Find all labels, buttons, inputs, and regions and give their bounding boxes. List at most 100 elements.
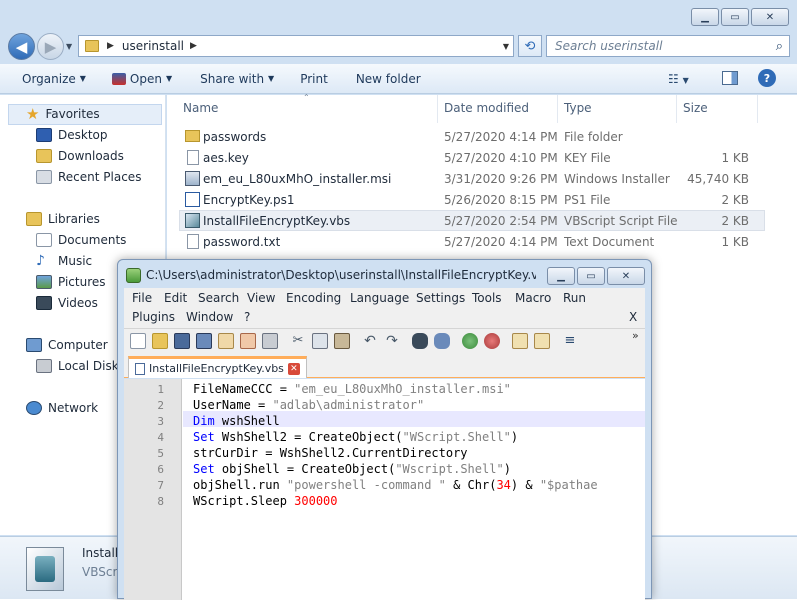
- menu-window[interactable]: Window: [186, 310, 233, 324]
- close-file-icon[interactable]: [218, 333, 234, 349]
- tab-installfileencryptkey[interactable]: InstallFileEncryptKey.vbs ✕: [128, 356, 307, 378]
- file-row[interactable]: EncryptKey.ps1 5/26/2020 8:15 PM PS1 Fil…: [179, 189, 765, 210]
- nav-downloads-label: Downloads: [58, 149, 124, 163]
- file-name: em_eu_L80uxMhO_installer.msi: [203, 171, 392, 186]
- column-separator[interactable]: [557, 95, 558, 123]
- organize-button[interactable]: Organize ▼: [22, 72, 86, 86]
- back-button[interactable]: ◀: [8, 33, 35, 60]
- close-all-icon[interactable]: [240, 333, 256, 349]
- nav-network[interactable]: Network: [26, 401, 98, 415]
- file-row[interactable]: em_eu_L80uxMhO_installer.msi 3/31/2020 9…: [179, 168, 765, 189]
- column-header-type[interactable]: Type: [564, 101, 592, 115]
- cut-icon[interactable]: ✂: [290, 333, 306, 349]
- line-number: 2: [157, 399, 164, 412]
- menu-tools[interactable]: Tools: [472, 291, 502, 305]
- open-file-icon[interactable]: [152, 333, 168, 349]
- nav-libraries[interactable]: Libraries: [26, 212, 100, 226]
- close-button[interactable]: ✕: [607, 267, 645, 285]
- menu-edit[interactable]: Edit: [164, 291, 187, 305]
- file-row[interactable]: aes.key 5/27/2020 4:10 PM KEY File 1 KB: [179, 147, 765, 168]
- menu-macro[interactable]: Macro: [515, 291, 551, 305]
- open-button[interactable]: Open ▼: [111, 72, 172, 86]
- maximize-button[interactable]: ▭: [577, 267, 605, 285]
- column-separator[interactable]: [757, 95, 758, 123]
- menu-help[interactable]: ?: [244, 310, 250, 324]
- code-line: objShell.run "powershell -command " & Ch…: [193, 478, 645, 492]
- share-with-button[interactable]: Share with ▼: [200, 72, 274, 86]
- copy-icon[interactable]: [312, 333, 328, 349]
- minimize-button[interactable]: ▁: [691, 8, 719, 26]
- new-folder-button[interactable]: New folder: [356, 72, 421, 86]
- menu-file[interactable]: File: [132, 291, 152, 305]
- file-row-selected[interactable]: InstallFileEncryptKey.vbs 5/27/2020 2:54…: [179, 210, 765, 231]
- column-header-date-modified[interactable]: Date modified: [444, 101, 529, 115]
- close-document-button[interactable]: X: [629, 310, 637, 324]
- undo-icon[interactable]: ↶: [362, 333, 378, 349]
- search-input[interactable]: Search userinstall ⌕: [546, 35, 790, 57]
- sync-vertical-icon[interactable]: [512, 333, 528, 349]
- refresh-button[interactable]: ⟲: [518, 35, 542, 57]
- replace-icon[interactable]: [434, 333, 450, 349]
- zoom-out-icon[interactable]: [484, 333, 500, 349]
- new-file-icon[interactable]: [130, 333, 146, 349]
- save-all-icon[interactable]: [196, 333, 212, 349]
- nav-favorites[interactable]: ★ Favorites: [26, 107, 100, 122]
- string-token: "powershell -command ": [286, 478, 446, 492]
- save-icon[interactable]: [174, 333, 190, 349]
- search-placeholder: Search userinstall: [555, 39, 663, 53]
- column-separator[interactable]: [676, 95, 677, 123]
- code-token: FileNameCCC =: [193, 382, 295, 396]
- nav-videos[interactable]: Videos: [36, 296, 98, 310]
- menu-view[interactable]: View: [247, 291, 275, 305]
- search-icon[interactable]: ⌕: [776, 39, 783, 54]
- help-icon[interactable]: ?: [758, 69, 776, 87]
- maximize-button[interactable]: ▭: [721, 8, 749, 26]
- address-dropdown-icon[interactable]: ▼: [503, 42, 509, 51]
- breadcrumb-userinstall[interactable]: userinstall: [122, 39, 184, 53]
- file-row[interactable]: passwords 5/27/2020 4:14 PM File folder: [179, 126, 765, 147]
- tab-close-icon[interactable]: ✕: [287, 362, 300, 375]
- minimize-button[interactable]: ▁: [547, 267, 575, 285]
- nav-music[interactable]: ♪ Music: [36, 254, 92, 268]
- paste-icon[interactable]: [334, 333, 350, 349]
- word-wrap-icon[interactable]: ≡: [562, 333, 578, 349]
- toolbar-overflow-icon[interactable]: »: [632, 329, 639, 342]
- preview-pane-icon[interactable]: [722, 71, 738, 85]
- menu-plugins[interactable]: Plugins: [132, 310, 175, 324]
- keyword-token: Set: [193, 430, 215, 444]
- menu-run[interactable]: Run: [563, 291, 586, 305]
- redo-icon[interactable]: ↷: [384, 333, 400, 349]
- find-icon[interactable]: [412, 333, 428, 349]
- nav-pictures[interactable]: Pictures: [36, 275, 106, 289]
- nav-downloads[interactable]: Downloads: [36, 149, 124, 163]
- file-row[interactable]: password.txt 5/27/2020 4:14 PM Text Docu…: [179, 231, 765, 252]
- generic-file-icon: [187, 150, 199, 165]
- nav-recent-places[interactable]: Recent Places: [36, 170, 141, 184]
- menu-settings[interactable]: Settings: [416, 291, 465, 305]
- recent-pages-chevron-icon[interactable]: ▼: [66, 42, 72, 51]
- close-button[interactable]: ✕: [751, 8, 789, 26]
- column-header-size[interactable]: Size: [683, 101, 708, 115]
- nav-desktop[interactable]: Desktop: [36, 128, 108, 142]
- file-size: 1 KB: [721, 234, 749, 249]
- menu-encoding[interactable]: Encoding: [286, 291, 341, 305]
- file-size: 2 KB: [721, 213, 749, 228]
- address-bar[interactable]: ▶ userinstall ▶ ▼: [78, 35, 514, 57]
- zoom-in-icon[interactable]: [462, 333, 478, 349]
- sync-horizontal-icon[interactable]: [534, 333, 550, 349]
- print-button[interactable]: Print: [300, 72, 328, 86]
- code-editor[interactable]: 1 2 3 4 5 6 7 8 FileNameCCC = "em_eu_L80…: [124, 379, 645, 600]
- nav-libraries-label: Libraries: [48, 212, 100, 226]
- nav-computer[interactable]: Computer: [26, 338, 108, 352]
- column-separator[interactable]: [437, 95, 438, 123]
- file-date: 5/27/2020 4:14 PM: [444, 129, 558, 144]
- view-options-icon[interactable]: ☷ ▼: [668, 72, 689, 86]
- nav-documents[interactable]: Documents: [36, 233, 126, 247]
- forward-button[interactable]: ▶: [37, 33, 64, 60]
- file-type: KEY File: [564, 150, 611, 165]
- music-icon: ♪: [36, 253, 45, 269]
- column-header-name[interactable]: Name: [183, 101, 218, 115]
- print-icon[interactable]: [262, 333, 278, 349]
- menu-language[interactable]: Language: [350, 291, 409, 305]
- menu-search[interactable]: Search: [198, 291, 239, 305]
